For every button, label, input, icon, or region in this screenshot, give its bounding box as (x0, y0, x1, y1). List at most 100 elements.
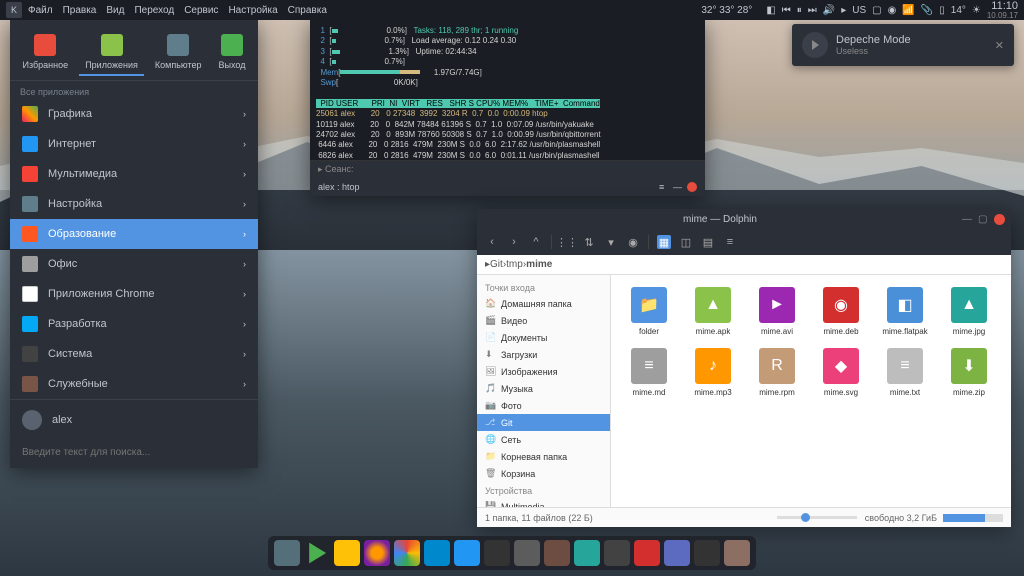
window-close-icon[interactable] (994, 214, 1005, 225)
zoom-slider[interactable] (777, 516, 857, 519)
weather-temp[interactable]: 14° (951, 5, 966, 16)
tray-volume-icon[interactable]: 🔊 (823, 5, 835, 16)
sidebar-item[interactable]: ⬇Загрузки (477, 346, 610, 363)
dock-chrome-icon[interactable] (394, 540, 420, 566)
file-item[interactable]: ◧mime.flatpak (875, 283, 935, 340)
tray-phone-icon[interactable]: ▯ (939, 5, 945, 16)
file-item[interactable]: ▲mime.jpg (939, 283, 999, 340)
tray-chevron-icon[interactable]: ▸ (841, 5, 846, 16)
tab-computer[interactable]: Компьютер (149, 30, 208, 76)
dock-play-icon[interactable] (304, 540, 330, 566)
menu-file[interactable]: Файл (28, 5, 53, 16)
sidebar-item[interactable]: ⎇Git (477, 414, 610, 431)
file-item[interactable]: 📁folder (619, 283, 679, 340)
view-details-icon[interactable]: ⋮⋮ (560, 235, 574, 249)
weather-icon[interactable]: ☀ (972, 5, 981, 16)
dock-terminal-icon[interactable] (694, 540, 720, 566)
menu-edit[interactable]: Правка (63, 5, 97, 16)
session-bar[interactable]: ▸ Сеанс: (310, 160, 705, 178)
tray-media-next-icon[interactable]: ⏭ (808, 5, 817, 16)
menu-go[interactable]: Переход (134, 5, 174, 16)
window-min-icon[interactable]: — (962, 214, 973, 225)
file-item[interactable]: ⬇mime.zip (939, 344, 999, 401)
menu-icon[interactable]: ≡ (723, 235, 737, 249)
menu-help[interactable]: Справка (288, 5, 327, 16)
terminal-close-icon[interactable] (687, 182, 697, 192)
kde-logo-icon[interactable]: K (6, 2, 22, 18)
terminal-split-icon[interactable]: ≡ (659, 182, 669, 192)
sidebar-item[interactable]: 📷Фото (477, 397, 610, 414)
dock-app4-icon[interactable] (634, 540, 660, 566)
dock-qbittorrent-icon[interactable] (454, 540, 480, 566)
clock[interactable]: 11:10 10.09.17 (987, 1, 1018, 20)
category-7[interactable]: Разработка› (10, 309, 258, 339)
user-row[interactable]: alex (10, 399, 258, 440)
category-8[interactable]: Система› (10, 339, 258, 369)
dock-gimp-icon[interactable] (514, 540, 540, 566)
file-item[interactable]: ◆mime.svg (811, 344, 871, 401)
dock-files-icon[interactable] (274, 540, 300, 566)
tab-applications[interactable]: Приложения (79, 30, 144, 76)
menu-view[interactable]: Вид (106, 5, 124, 16)
forward-icon[interactable]: › (507, 235, 521, 249)
dock-app2-icon[interactable] (574, 540, 600, 566)
tray-telegram-icon[interactable]: ◉ (888, 5, 897, 16)
tray-media-prev-icon[interactable]: ⏮ (782, 5, 791, 16)
dock-telegram-icon[interactable] (424, 540, 450, 566)
window-max-icon[interactable]: ▢ (978, 214, 989, 225)
sidebar-item[interactable]: 🖼Изображения (477, 363, 610, 380)
category-9[interactable]: Служебные› (10, 369, 258, 399)
category-0[interactable]: Графика› (10, 99, 258, 129)
file-item[interactable]: Rmime.rpm (747, 344, 807, 401)
media-notification[interactable]: Depeche Mode Useless ✕ (792, 24, 1014, 66)
sidebar-item[interactable]: 🎵Музыка (477, 380, 610, 397)
file-item[interactable]: ►mime.avi (747, 283, 807, 340)
sidebar-item[interactable]: 🎬Видео (477, 312, 610, 329)
category-5[interactable]: Офис› (10, 249, 258, 279)
file-item[interactable]: ≡mime.txt (875, 344, 935, 401)
dock-app-icon[interactable] (544, 540, 570, 566)
dock-firefox-icon[interactable] (364, 540, 390, 566)
panel-icon[interactable]: ▤ (701, 235, 715, 249)
tray-network-icon[interactable]: 📶 (902, 5, 914, 16)
category-4[interactable]: Образование› (10, 219, 258, 249)
file-item[interactable]: ≡mime.md (619, 344, 679, 401)
split-icon[interactable]: ◫ (679, 235, 693, 249)
category-2[interactable]: Мультимедиа› (10, 159, 258, 189)
dock-inkscape-icon[interactable] (484, 540, 510, 566)
preview-icon[interactable]: ◉ (626, 235, 640, 249)
notif-close-icon[interactable]: ✕ (995, 39, 1004, 52)
dropdown-icon[interactable]: ▾ (604, 235, 618, 249)
sidebar-item[interactable]: 🌐Сеть (477, 431, 610, 448)
dock-banana-icon[interactable] (334, 540, 360, 566)
tab-favorites[interactable]: Избранное (17, 30, 75, 76)
breadcrumb[interactable]: ▸ Git › tmp › mime (477, 255, 1011, 275)
tray-media-play-icon[interactable]: ⏸ (797, 5, 802, 16)
tray-icon[interactable]: ◧ (766, 5, 775, 16)
dock-code-icon[interactable] (664, 540, 690, 566)
back-icon[interactable]: ‹ (485, 235, 499, 249)
category-3[interactable]: Настройка› (10, 189, 258, 219)
menu-settings[interactable]: Настройка (228, 5, 277, 16)
tray-battery-icon[interactable]: ▢ (872, 5, 881, 16)
sidebar-item[interactable]: 📁Корневая папка (477, 448, 610, 465)
file-item[interactable]: ♪mime.mp3 (683, 344, 743, 401)
search-input[interactable] (22, 447, 246, 458)
view-icons-icon[interactable]: ▦ (657, 235, 671, 249)
file-item[interactable]: ◉mime.deb (811, 283, 871, 340)
sort-icon[interactable]: ⇅ (582, 235, 596, 249)
sidebar-device[interactable]: 💾Multimedia (477, 498, 610, 507)
category-6[interactable]: Приложения Chrome› (10, 279, 258, 309)
category-1[interactable]: Интернет› (10, 129, 258, 159)
tray-clip-icon[interactable]: 📎 (921, 5, 933, 16)
sidebar-item[interactable]: 📄Документы (477, 329, 610, 346)
dock-kr-icon[interactable] (724, 540, 750, 566)
menu-tools[interactable]: Сервис (184, 5, 218, 16)
terminal-min-icon[interactable]: — (673, 182, 683, 192)
file-item[interactable]: ▲mime.apk (683, 283, 743, 340)
dock-app3-icon[interactable] (604, 540, 630, 566)
tray-keyboard-icon[interactable]: US (852, 5, 866, 16)
sidebar-item[interactable]: 🗑Корзина (477, 465, 610, 482)
file-view[interactable]: 📁folder▲mime.apk►mime.avi◉mime.deb◧mime.… (611, 275, 1011, 507)
tab-leave[interactable]: Выход (213, 30, 252, 76)
